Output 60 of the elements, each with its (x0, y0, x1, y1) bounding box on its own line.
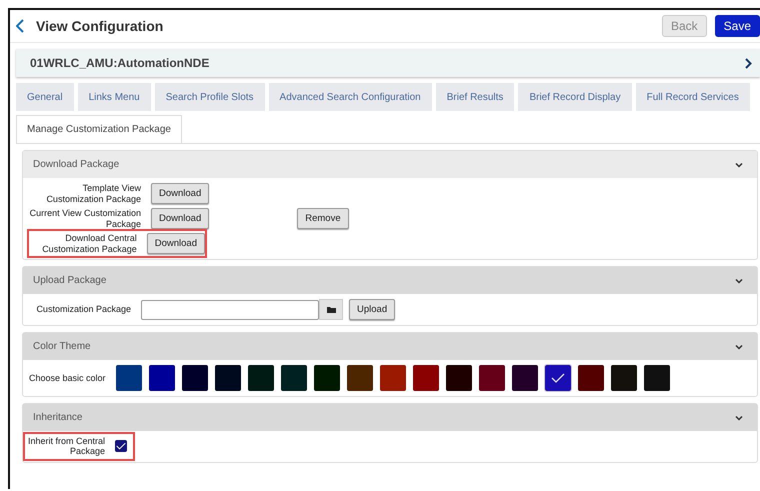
download-button[interactable]: Download (151, 183, 210, 204)
field-label: Customization Package (35, 304, 131, 315)
tab[interactable]: Brief Results (436, 83, 514, 111)
panel-title: Download Package (33, 159, 120, 170)
field-label: Download Central Customization Package (41, 233, 137, 254)
color-swatch[interactable] (314, 365, 340, 391)
tab[interactable]: Links Menu (78, 83, 151, 111)
color-swatch[interactable] (281, 365, 307, 391)
download-button[interactable]: Download (146, 233, 205, 254)
color-swatch[interactable] (479, 365, 505, 391)
tab[interactable]: Brief Record Display (518, 83, 632, 111)
file-path-field[interactable] (141, 300, 319, 320)
color-swatch[interactable] (116, 365, 142, 391)
checkbox[interactable] (115, 440, 127, 452)
panel-title: Color Theme (33, 341, 92, 352)
panel-title: Upload Package (33, 275, 108, 286)
download-button[interactable]: Download (151, 208, 210, 229)
chevron-down-icon[interactable] (735, 414, 743, 420)
save-button[interactable]: Save (714, 15, 760, 37)
color-swatch[interactable] (380, 365, 406, 391)
tab[interactable]: Search Profile Slots (154, 83, 265, 111)
panel-header[interactable]: Inheritance (23, 404, 757, 431)
panel-header[interactable]: Download Package (23, 151, 757, 178)
tab[interactable]: Manage Customization Package (16, 115, 182, 143)
page-title: View Configuration (36, 18, 164, 34)
chevron-down-icon[interactable] (735, 278, 743, 284)
color-swatch[interactable] (215, 365, 241, 391)
color-swatch[interactable] (644, 365, 670, 391)
upload-button[interactable]: Upload (349, 299, 396, 320)
chevron-down-icon[interactable] (735, 344, 743, 350)
color-swatch[interactable] (578, 365, 604, 391)
color-swatch[interactable] (248, 365, 274, 391)
color-swatch[interactable] (611, 365, 637, 391)
field-label: Inherit from Central Package (26, 436, 105, 457)
panel-header[interactable]: Upload Package (23, 267, 757, 294)
color-swatch[interactable] (149, 365, 175, 391)
color-swatch[interactable] (182, 365, 208, 391)
field-label: Current View Customization Package (29, 208, 141, 229)
panel-title: Inheritance (33, 412, 84, 423)
panel-header[interactable]: Color Theme (23, 333, 757, 360)
field-label: Choose basic color (29, 372, 107, 384)
chevron-down-icon[interactable] (735, 162, 743, 168)
tab[interactable]: Advanced Search Configuration (268, 83, 432, 111)
field-label: Template View Customization Package (45, 183, 141, 204)
remove-button[interactable]: Remove (297, 208, 349, 229)
color-swatch[interactable] (413, 365, 439, 391)
entity-name: 01WRLC_AMU:AutomationNDE (30, 56, 210, 70)
tab[interactable]: General (16, 83, 74, 111)
color-swatch[interactable] (545, 365, 571, 391)
color-swatch[interactable] (512, 365, 538, 391)
checkmark-icon (116, 441, 126, 452)
entity-bar[interactable]: 01WRLC_AMU:AutomationNDE (16, 49, 760, 77)
color-swatch[interactable] (446, 365, 472, 391)
folder-icon (326, 306, 336, 313)
chevron-right-icon[interactable] (745, 58, 752, 68)
browse-button[interactable] (319, 299, 343, 320)
back-button[interactable]: Back (662, 15, 707, 37)
checkmark-icon (551, 373, 565, 383)
color-swatch[interactable] (347, 365, 373, 391)
tab[interactable]: Full Record Services (636, 83, 750, 111)
